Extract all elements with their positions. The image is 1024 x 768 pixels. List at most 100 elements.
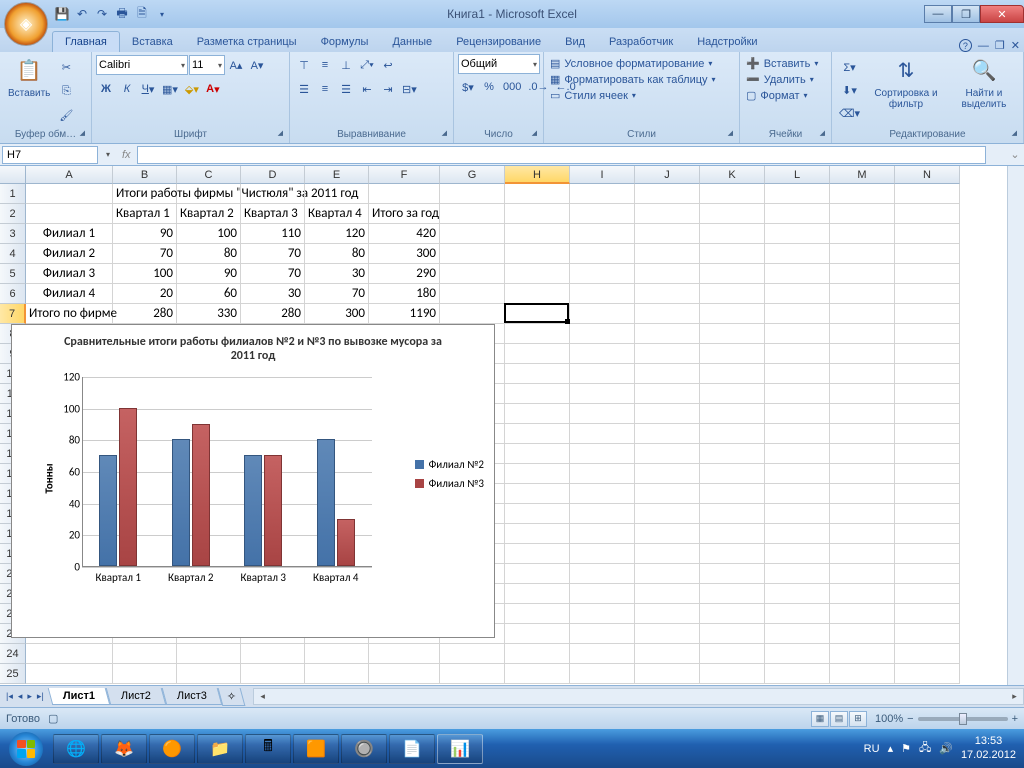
cell[interactable] <box>830 224 895 244</box>
cell[interactable]: 30 <box>241 284 305 304</box>
cell[interactable] <box>241 644 305 664</box>
cell[interactable] <box>505 584 570 604</box>
cell[interactable] <box>830 484 895 504</box>
cell[interactable] <box>895 264 960 284</box>
row-header[interactable]: 1 <box>0 184 26 204</box>
cell[interactable] <box>369 644 440 664</box>
cell[interactable] <box>830 464 895 484</box>
cell[interactable] <box>765 364 830 384</box>
delete-cells-button[interactable]: ➖Удалить▾ <box>744 72 816 87</box>
cell[interactable]: 420 <box>369 224 440 244</box>
tray-lang[interactable]: RU <box>864 743 880 755</box>
cell[interactable] <box>26 184 113 204</box>
cell[interactable] <box>505 424 570 444</box>
number-format-combo[interactable]: Общий▾ <box>458 54 540 74</box>
border-button[interactable]: ▦▾ <box>159 78 181 100</box>
cell[interactable] <box>830 344 895 364</box>
cell[interactable] <box>440 204 505 224</box>
format-table-button[interactable]: ▦Форматировать как таблицу▾ <box>548 72 718 87</box>
clear-button[interactable]: ⌫▾ <box>836 102 863 124</box>
macro-record-icon[interactable]: ▢ <box>48 712 58 725</box>
cell[interactable] <box>765 384 830 404</box>
grow-font-button[interactable]: A▴ <box>226 54 246 76</box>
cell[interactable] <box>765 304 830 324</box>
cell[interactable] <box>765 224 830 244</box>
cell[interactable] <box>700 624 765 644</box>
name-box-dropdown-icon[interactable]: ▾ <box>100 150 116 159</box>
cell[interactable] <box>505 484 570 504</box>
cell[interactable]: 70 <box>113 244 177 264</box>
format-painter-button[interactable]: 🖌 <box>56 104 76 126</box>
column-header[interactable]: E <box>305 166 369 184</box>
cell[interactable]: 100 <box>177 224 241 244</box>
cell[interactable] <box>570 304 635 324</box>
cell[interactable] <box>700 344 765 364</box>
cell[interactable] <box>440 184 505 204</box>
cell[interactable] <box>505 184 570 204</box>
zoom-level[interactable]: 100% <box>875 713 903 725</box>
cell[interactable] <box>570 224 635 244</box>
cell[interactable] <box>570 204 635 224</box>
cell[interactable] <box>765 284 830 304</box>
cell[interactable] <box>505 664 570 684</box>
cell[interactable] <box>505 384 570 404</box>
cell[interactable] <box>570 384 635 404</box>
cell[interactable] <box>505 404 570 424</box>
tray-network-icon[interactable]: 🖧 <box>919 739 931 758</box>
cell[interactable] <box>305 184 369 204</box>
cell[interactable] <box>505 524 570 544</box>
cell[interactable] <box>700 584 765 604</box>
cell[interactable] <box>765 584 830 604</box>
expand-formula-bar-icon[interactable]: ⌄ <box>1006 148 1024 161</box>
cell[interactable] <box>700 504 765 524</box>
cell[interactable] <box>700 564 765 584</box>
tray-clock[interactable]: 13:5317.02.2012 <box>961 735 1016 761</box>
tab-home[interactable]: Главная <box>52 31 120 52</box>
cell[interactable] <box>895 384 960 404</box>
select-all-button[interactable] <box>0 166 26 184</box>
tab-formulas[interactable]: Формулы <box>309 32 381 52</box>
cell[interactable] <box>830 204 895 224</box>
cell[interactable] <box>570 324 635 344</box>
cell[interactable] <box>635 404 700 424</box>
cell[interactable]: 180 <box>369 284 440 304</box>
office-button[interactable]: ◈ <box>4 2 48 46</box>
cell[interactable] <box>570 464 635 484</box>
column-header[interactable]: A <box>26 166 113 184</box>
align-center-button[interactable]: ≡ <box>315 78 335 100</box>
cell[interactable] <box>700 304 765 324</box>
worksheet[interactable]: ABCDEFGHIJKLMN 1234567891011121314151617… <box>0 166 1024 685</box>
mdi-close-button[interactable]: ✕ <box>1011 39 1020 52</box>
cell[interactable] <box>505 644 570 664</box>
cell[interactable] <box>505 204 570 224</box>
cell[interactable] <box>635 484 700 504</box>
cell[interactable] <box>505 504 570 524</box>
row-header[interactable]: 25 <box>0 664 26 684</box>
cell[interactable] <box>570 244 635 264</box>
cell[interactable] <box>700 524 765 544</box>
cell[interactable] <box>895 324 960 344</box>
cell[interactable] <box>765 544 830 564</box>
cell[interactable] <box>700 484 765 504</box>
cell[interactable]: 120 <box>305 224 369 244</box>
cell[interactable] <box>440 284 505 304</box>
cell[interactable] <box>635 284 700 304</box>
cell[interactable]: 100 <box>113 264 177 284</box>
cell[interactable] <box>26 664 113 684</box>
cell[interactable] <box>570 544 635 564</box>
currency-button[interactable]: $▾ <box>458 76 478 98</box>
cell[interactable] <box>177 644 241 664</box>
cell[interactable] <box>830 564 895 584</box>
row-header[interactable]: 5 <box>0 264 26 284</box>
tray-volume-icon[interactable]: 🔊 <box>939 742 953 755</box>
column-header[interactable]: G <box>440 166 505 184</box>
cell[interactable] <box>895 644 960 664</box>
tab-data[interactable]: Данные <box>380 32 444 52</box>
cell[interactable] <box>895 564 960 584</box>
cell[interactable] <box>895 404 960 424</box>
conditional-format-button[interactable]: ▤Условное форматирование▾ <box>548 56 714 71</box>
cell[interactable] <box>635 544 700 564</box>
cell[interactable] <box>830 584 895 604</box>
cell[interactable] <box>830 304 895 324</box>
cell[interactable] <box>635 384 700 404</box>
